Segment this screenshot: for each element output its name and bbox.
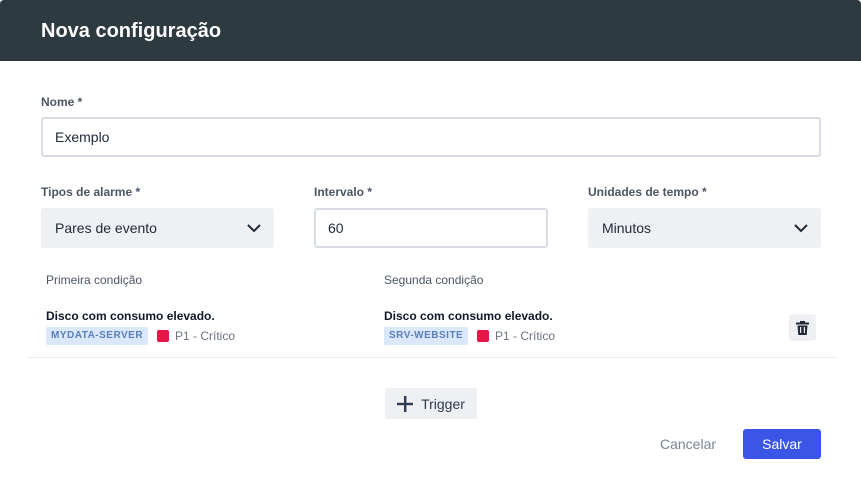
interval-input-value: 60 [328,220,344,236]
chevron-down-icon [794,224,808,233]
first-condition-severity: P1 - Crítico [175,329,236,343]
second-condition-severity: P1 - Crítico [495,329,556,343]
second-condition-title: Disco com consumo elevado. [384,309,553,323]
plus-icon [397,395,414,412]
second-condition-header: Segunda condição [384,273,484,287]
first-condition-title: Disco com consumo elevado. [46,309,215,323]
add-trigger-label: Trigger [421,395,465,412]
name-input-value: Exemplo [55,129,110,145]
interval-label: Intervalo * [314,185,373,199]
second-condition-severity-dot [477,330,489,342]
row-divider [28,357,838,358]
first-condition-header: Primeira condição [46,273,143,287]
name-input[interactable]: Exemplo [41,117,821,157]
chevron-down-icon [247,224,261,233]
save-button[interactable]: Salvar [743,429,821,459]
interval-input[interactable]: 60 [314,208,548,248]
alarm-type-label: Tipos de alarme * [41,185,141,199]
first-condition-severity-dot [157,330,169,342]
name-label: Nome * [41,95,83,109]
alarm-type-select[interactable]: Pares de evento [41,208,274,248]
cancel-button[interactable]: Cancelar [650,429,726,459]
trash-icon [796,320,809,335]
alarm-type-value: Pares de evento [55,220,157,236]
time-unit-label: Unidades de tempo * [588,185,707,199]
first-condition-host-tag: MYDATA-SERVER [46,327,149,345]
config-dialog: Nova configuração Nome * Exemplo Tipos d… [0,0,861,477]
second-condition-host-tag: SRV-WEBSITE [384,327,469,345]
delete-condition-button[interactable] [789,314,816,341]
add-trigger-button[interactable]: Trigger [385,388,477,419]
dialog-header: Nova configuração [0,0,861,61]
time-unit-value: Minutos [602,220,652,236]
time-unit-select[interactable]: Minutos [588,208,821,248]
dialog-title: Nova configuração [41,20,222,42]
